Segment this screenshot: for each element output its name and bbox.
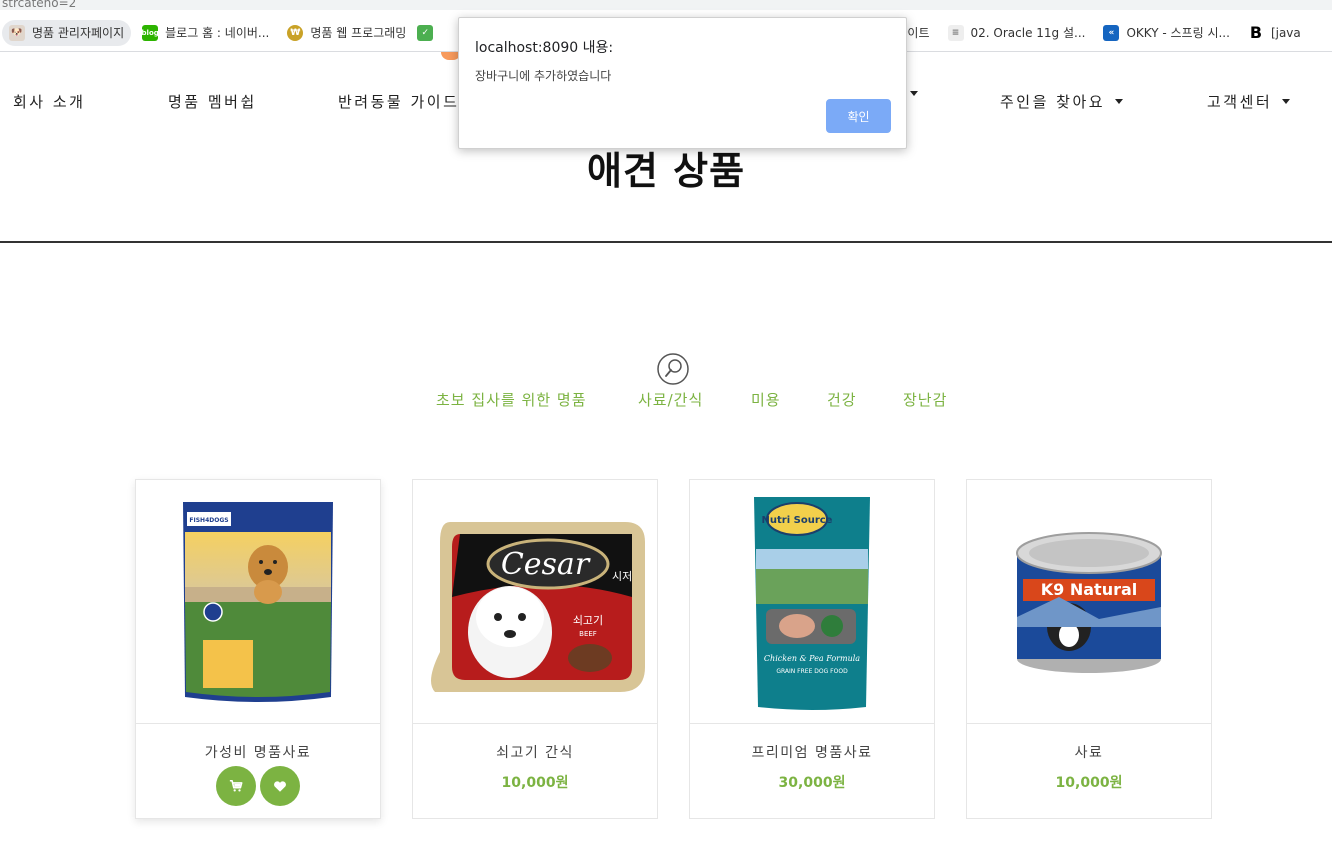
bookmark-web-programming[interactable]: ₩ 명품 웹 프로그래밍: [280, 20, 413, 46]
heart-icon: [274, 780, 286, 792]
bookmark-oracle[interactable]: ≡ 02. Oracle 11g 설...: [941, 20, 1093, 46]
category-toys[interactable]: 장난감: [903, 389, 947, 410]
fish4dogs-brand: FISH4DOGS: [189, 517, 228, 524]
nutri-flavor: Chicken & Pea Formula: [764, 654, 860, 663]
product-price: 10,000원: [1055, 775, 1123, 791]
bold-b-icon: B: [1247, 23, 1264, 42]
product-name: 가성비 명품사료: [204, 745, 312, 761]
bookmark-admin[interactable]: 🐶 명품 관리자페이지: [2, 19, 132, 46]
k9-brand: K9 Natural: [1041, 580, 1138, 599]
nav-company[interactable]: 회사 소개: [13, 91, 85, 112]
cesar-flavor-en: BEEF: [579, 630, 597, 638]
category-food-snack[interactable]: 사료/간식: [638, 389, 703, 410]
dog-icon: 🐶: [9, 24, 25, 41]
category-filter: 초보 집사를 위한 명품 사료/간식 미용 건강 장난감: [0, 389, 1332, 411]
bookmark-okky[interactable]: « OKKY - 스프링 시...: [1096, 20, 1236, 46]
category-beginner[interactable]: 초보 집사를 위한 명품: [436, 389, 587, 410]
oracle-icon: ≡: [947, 24, 964, 41]
bookmark-blog[interactable]: blog 블로그 홈 : 네이버...: [135, 20, 276, 46]
nav-pet-guide[interactable]: 반려동물 가이드: [338, 91, 459, 112]
product-card[interactable]: Nutri Source Chicken & Pea Formula GRAIN…: [689, 479, 935, 819]
chevron-down-icon: [910, 91, 918, 96]
product-image-fish4dogs[interactable]: FISH4DOGS: [136, 480, 380, 724]
product-card[interactable]: Cesar 시저 쇠고기 BEEF 쇠고기 간식 10,000원: [412, 479, 658, 819]
cesar-brand: Cesar: [501, 547, 591, 582]
dialog-title: localhost:8090 내용:: [475, 40, 614, 56]
cesar-flavor-kr: 쇠고기: [573, 614, 603, 627]
product-card[interactable]: K9 Natural 사료 10,000원: [966, 479, 1212, 819]
product-actions: [136, 766, 380, 806]
nav-hidden-dropdown[interactable]: [910, 91, 918, 96]
leaf-icon: ✓: [417, 24, 434, 41]
product-image-cesar[interactable]: Cesar 시저 쇠고기 BEEF: [413, 480, 657, 724]
product-name: 프리미엄 명품사료: [751, 745, 873, 761]
product-image-k9-can[interactable]: K9 Natural: [967, 480, 1211, 724]
blog-icon: blog: [142, 24, 159, 41]
chevron-down-icon: [1282, 99, 1291, 104]
cart-icon: [229, 779, 243, 792]
category-grooming[interactable]: 미용: [751, 389, 781, 410]
dialog-ok-button[interactable]: 확인: [826, 99, 891, 133]
chevron-down-icon: [1115, 99, 1124, 104]
bookmark-java[interactable]: B [java: [1241, 20, 1308, 46]
product-name: 사료: [1074, 745, 1104, 761]
product-card[interactable]: FISH4DOGS 가성비 명품사료: [135, 479, 381, 819]
cesar-korean: 시저: [612, 570, 632, 583]
product-price: 10,000원: [501, 775, 569, 791]
okky-icon: «: [1103, 24, 1120, 41]
nav-support[interactable]: 고객센터: [1207, 91, 1291, 112]
product-price: 30,000원: [778, 775, 846, 791]
add-to-cart-button[interactable]: [216, 766, 256, 806]
product-name: 쇠고기 간식: [496, 745, 574, 761]
bookmark-leaf[interactable]: ✓: [417, 20, 441, 46]
product-image-nutrisource[interactable]: Nutri Source Chicken & Pea Formula GRAIN…: [690, 480, 934, 724]
coin-icon: ₩: [287, 24, 304, 41]
category-health[interactable]: 건강: [827, 389, 857, 410]
nutri-brand: Nutri Source: [762, 515, 833, 526]
nav-membership[interactable]: 명품 멤버쉽: [168, 91, 257, 112]
add-to-wishlist-button[interactable]: [260, 766, 300, 806]
alert-dialog: localhost:8090 내용: 장바구니에 추가하였습니다 확인: [458, 17, 907, 149]
nav-find-owner[interactable]: 주인을 찾아요: [1000, 91, 1124, 112]
title-divider: [0, 241, 1332, 243]
url-fragment: strcateno=2: [0, 0, 1332, 10]
dialog-message: 장바구니에 추가하였습니다: [475, 69, 612, 83]
nutri-sub: GRAIN FREE DOG FOOD: [776, 668, 848, 675]
search-icon[interactable]: [656, 352, 690, 386]
